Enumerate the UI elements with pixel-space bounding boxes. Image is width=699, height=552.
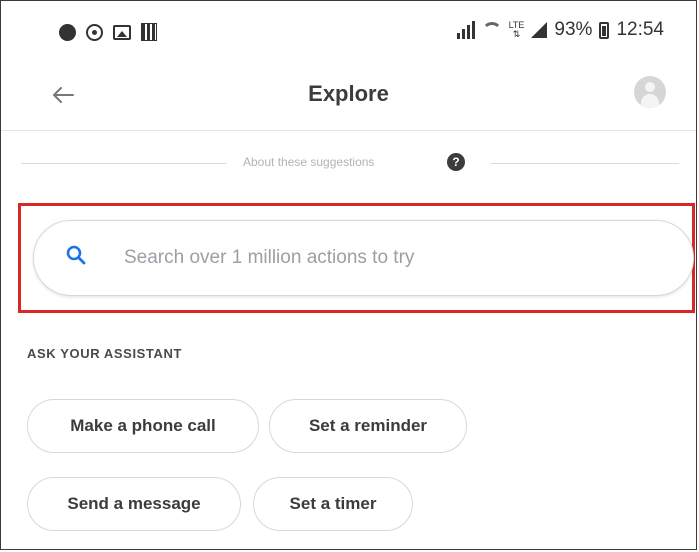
lte-icon: LTE ⇅ bbox=[508, 20, 525, 39]
account-avatar-icon[interactable] bbox=[634, 76, 666, 108]
battery-icon bbox=[599, 21, 610, 39]
whatsapp-icon bbox=[86, 23, 103, 41]
help-icon[interactable]: ? bbox=[447, 153, 465, 171]
app-screen: LTE ⇅ 93% 12:54 Explore About these sugg… bbox=[0, 0, 697, 550]
news-icon bbox=[141, 23, 157, 41]
chip-send-message[interactable]: Send a message bbox=[27, 477, 241, 531]
search-input[interactable]: Search over 1 million actions to try bbox=[33, 220, 694, 296]
divider-left bbox=[21, 163, 226, 164]
about-suggestions-row: About these suggestions ? bbox=[21, 151, 679, 175]
chip-make-phone-call[interactable]: Make a phone call bbox=[27, 399, 259, 453]
page-title: Explore bbox=[308, 81, 389, 106]
search-icon bbox=[66, 245, 86, 265]
record-icon bbox=[59, 23, 76, 41]
cell-signal-icon bbox=[531, 22, 548, 38]
about-suggestions-link[interactable]: About these suggestions bbox=[243, 155, 374, 169]
status-bar: LTE ⇅ 93% 12:54 bbox=[1, 1, 696, 63]
wifi-icon bbox=[481, 22, 502, 38]
system-status-icons: LTE ⇅ 93% 12:54 bbox=[456, 19, 664, 41]
divider-right bbox=[491, 163, 679, 164]
app-bar: Explore bbox=[1, 63, 696, 131]
gallery-icon bbox=[113, 24, 131, 40]
battery-percent: 93% bbox=[554, 19, 593, 40]
signal-bars-icon bbox=[456, 21, 475, 39]
clock: 12:54 bbox=[616, 19, 664, 40]
notification-icons bbox=[59, 23, 157, 41]
section-heading: ASK YOUR ASSISTANT bbox=[27, 346, 183, 361]
search-placeholder: Search over 1 million actions to try bbox=[124, 247, 415, 268]
chip-set-reminder[interactable]: Set a reminder bbox=[269, 399, 467, 453]
chip-set-timer[interactable]: Set a timer bbox=[253, 477, 413, 531]
